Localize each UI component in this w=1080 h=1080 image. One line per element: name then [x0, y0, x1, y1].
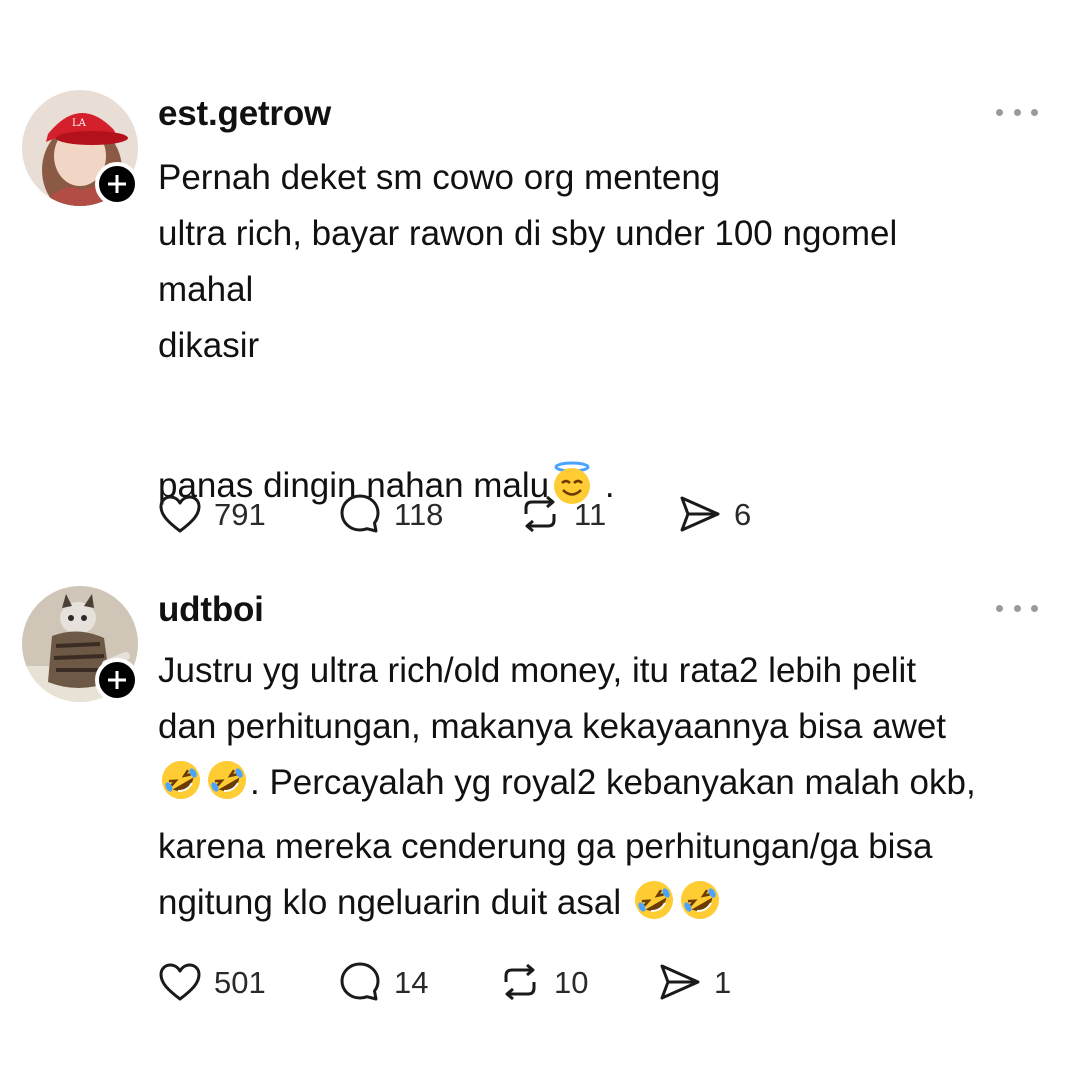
like-count: 791 [214, 496, 266, 532]
send-icon [680, 496, 720, 532]
send-icon [660, 964, 700, 1000]
comment-icon [340, 494, 380, 533]
plus-icon [108, 175, 126, 193]
dot-icon [996, 604, 1003, 612]
svg-text:LA: LA [72, 118, 87, 129]
share-count: 6 [734, 496, 752, 532]
dot-icon [996, 108, 1003, 116]
like-button[interactable]: 501 [158, 960, 266, 1004]
post-text-line: ngitung klo ngeluarin duit asal [158, 875, 1058, 939]
post-text-segment: . Percayalah yg royal2 kebanyakan malah … [250, 763, 976, 802]
share-button[interactable]: 1 [658, 960, 731, 1004]
like-count: 501 [214, 964, 266, 1000]
post-text-line: dan perhitungan, makanya kekayaannya bis… [158, 707, 947, 746]
avatar-wrap[interactable] [22, 586, 139, 702]
follow-button[interactable] [95, 162, 139, 206]
repost-button[interactable]: 10 [498, 960, 588, 1004]
heart-icon [159, 963, 201, 1001]
repost-icon [524, 495, 556, 533]
comment-icon [340, 962, 380, 1001]
post-text-line: . Percayalah yg royal2 kebanyakan malah … [158, 755, 1058, 819]
post-body: Justru yg ultra rich/old money, itu rata… [158, 643, 1058, 939]
rolling-on-floor-laughing-icon [632, 878, 676, 939]
more-options-button[interactable] [996, 601, 1038, 615]
repost-count: 10 [554, 964, 589, 1000]
post-body: Pernah deket sm cowo org menteng ultra r… [158, 150, 1058, 522]
share-count: 1 [714, 964, 732, 1000]
post-text-last: panas dingin nahan malu . [158, 402, 1058, 522]
repost-count: 11 [574, 496, 607, 532]
post-text-line: Justru yg ultra rich/old money, itu rata… [158, 651, 917, 690]
dot-icon [1013, 604, 1021, 612]
follow-button[interactable] [95, 658, 139, 702]
repost-button[interactable]: 11 [518, 492, 606, 536]
repost-icon [504, 963, 536, 1001]
like-button[interactable]: 791 [158, 492, 266, 536]
post-text-segment: ngitung klo ngeluarin duit asal [158, 883, 631, 922]
username[interactable]: est.getrow [158, 96, 331, 131]
reply-count: 14 [394, 964, 429, 1000]
rolling-on-floor-laughing-icon [159, 758, 203, 819]
dot-icon [1013, 108, 1021, 116]
username[interactable]: udtboi [158, 592, 264, 627]
reply-count: 118 [394, 496, 444, 532]
reply-button[interactable]: 118 [338, 492, 443, 536]
plus-icon [108, 671, 126, 689]
dot-icon [1031, 108, 1038, 116]
more-options-button[interactable] [996, 105, 1038, 119]
reply-button[interactable]: 14 [338, 960, 428, 1004]
share-button[interactable]: 6 [678, 492, 751, 536]
heart-icon [159, 495, 201, 533]
avatar-wrap[interactable]: LA [22, 90, 139, 206]
rolling-on-floor-laughing-icon [205, 758, 249, 819]
post-text-line: karena mereka cenderung ga perhitungan/g… [158, 827, 933, 866]
dot-icon [1031, 604, 1038, 612]
rolling-on-floor-laughing-icon [678, 878, 722, 939]
post-text: Pernah deket sm cowo org menteng ultra r… [158, 158, 898, 365]
